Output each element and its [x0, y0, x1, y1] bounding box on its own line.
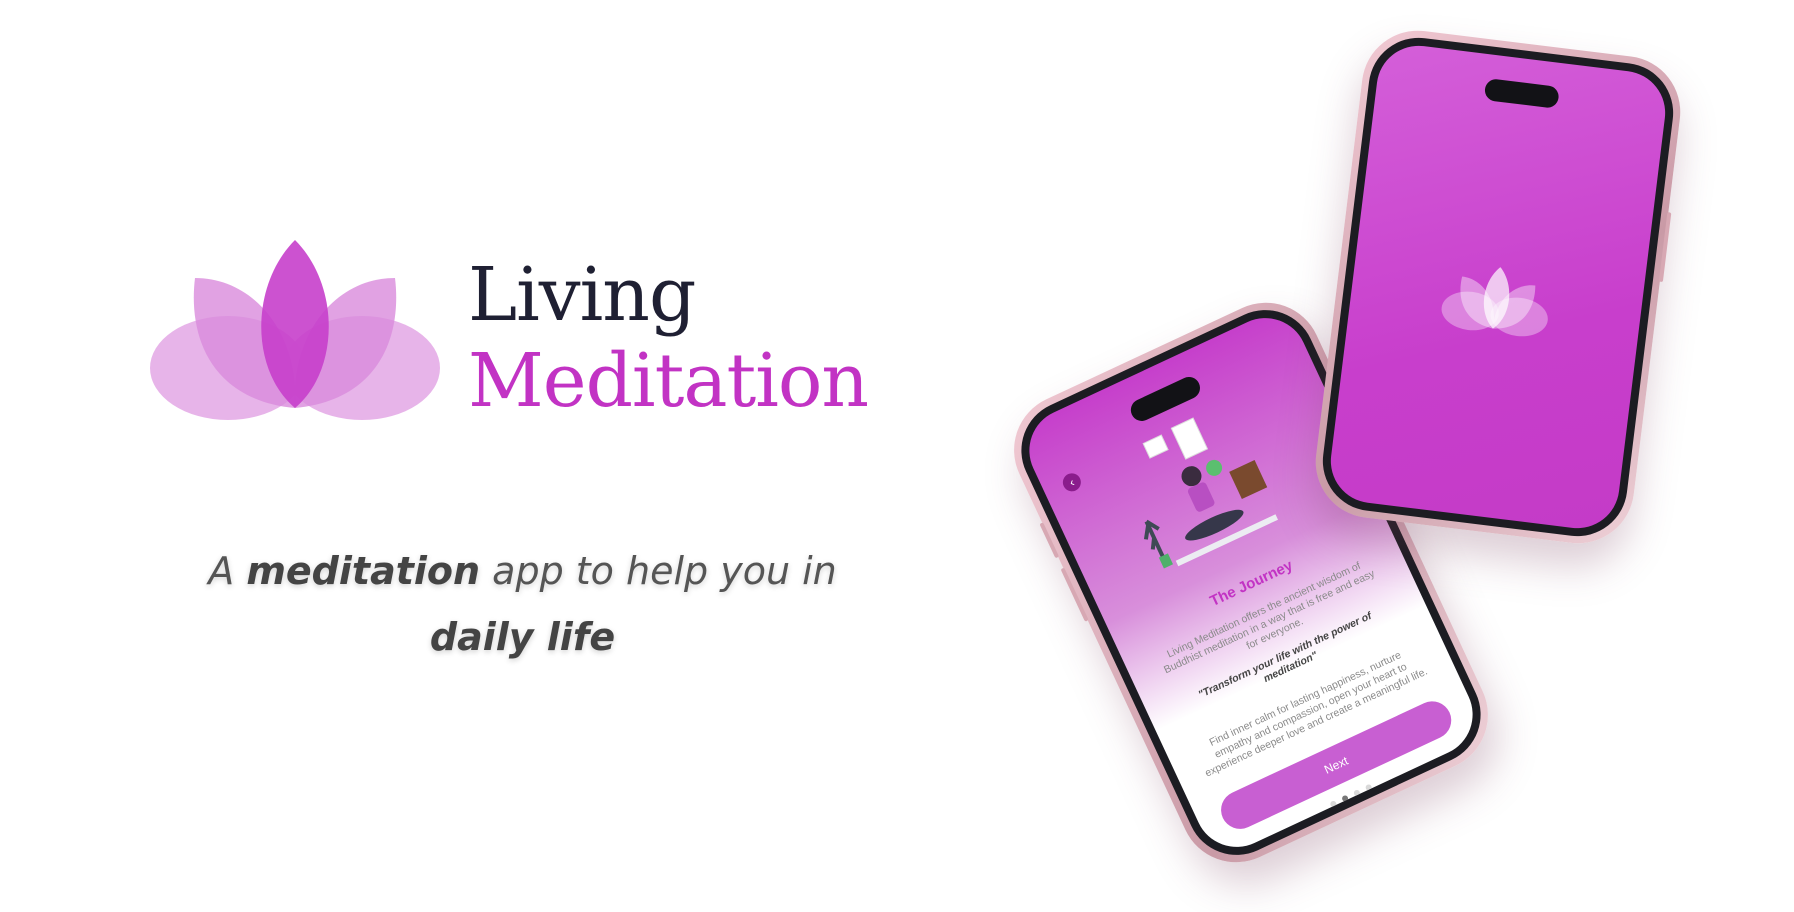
back-button[interactable]: ‹	[1059, 470, 1084, 495]
tagline-bold-meditation: meditation	[246, 549, 481, 593]
tagline-part2: app to help you in	[480, 549, 837, 593]
tagline: A meditation app to help you in daily li…	[150, 538, 895, 670]
tagline-part1: A	[208, 549, 247, 593]
lotus-icon	[1441, 267, 1548, 337]
chevron-left-icon: ‹	[1067, 475, 1077, 490]
brand-name-living: Living	[468, 252, 696, 338]
next-button-label: Next	[1322, 753, 1351, 777]
dynamic-island	[1483, 78, 1560, 109]
phone-splash	[1309, 24, 1687, 550]
brand-name-meditation: Meditation	[468, 338, 869, 424]
splash-screen	[1326, 41, 1670, 533]
lotus-logo-icon	[150, 240, 440, 420]
tagline-bold-daily-life: daily life	[429, 615, 616, 659]
